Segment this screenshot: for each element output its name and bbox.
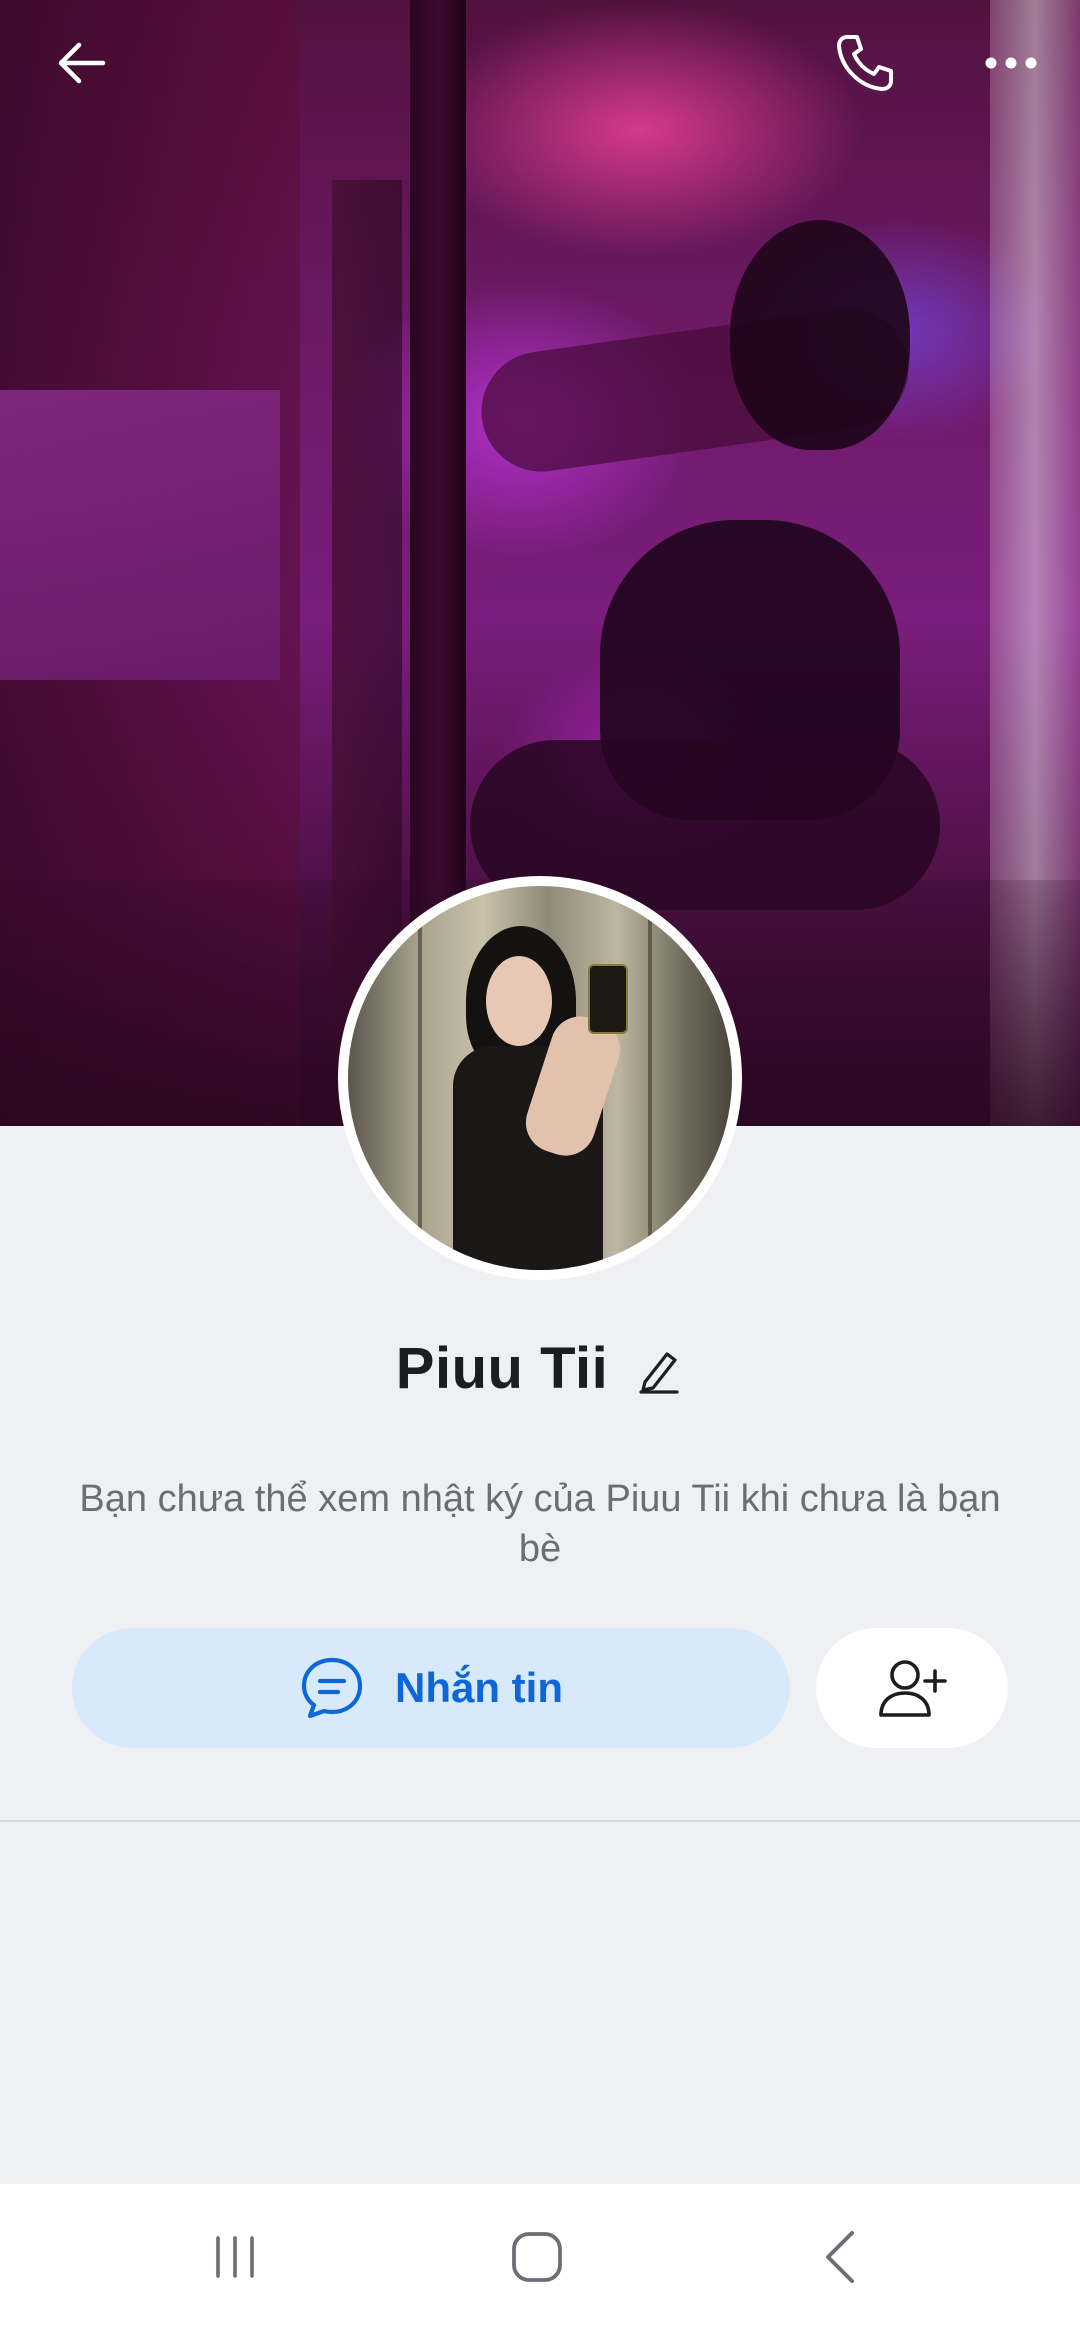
avatar-bg-line xyxy=(648,886,652,1270)
system-back-button[interactable] xyxy=(740,2184,940,2330)
profile-screen: Piuu Tii Bạn chưa thể xem nhật ký của Pi… xyxy=(0,0,1080,2330)
call-button[interactable] xyxy=(820,20,910,106)
add-friend-button[interactable] xyxy=(816,1628,1008,1748)
add-friend-icon xyxy=(879,1660,947,1717)
cover-wall-panel xyxy=(0,390,280,680)
edit-name-button[interactable] xyxy=(634,1345,684,1395)
chat-bubble-icon xyxy=(299,1655,365,1721)
name-row: Piuu Tii xyxy=(0,1326,1080,1410)
system-navigation-bar xyxy=(0,2184,1080,2330)
avatar-bg-line xyxy=(418,886,422,1270)
recent-apps-button[interactable] xyxy=(135,2184,335,2330)
more-dots-icon xyxy=(985,57,1037,69)
more-options-button[interactable] xyxy=(966,20,1056,106)
back-button[interactable] xyxy=(40,20,126,106)
message-button-label: Nhắn tin xyxy=(395,1664,563,1711)
pencil-icon xyxy=(639,1352,679,1394)
arrow-left-icon xyxy=(58,42,106,84)
home-icon xyxy=(512,2232,562,2282)
phone-icon xyxy=(837,35,893,91)
message-button[interactable]: Nhắn tin xyxy=(72,1628,790,1748)
recent-apps-icon xyxy=(216,2236,254,2278)
avatar-person-phone xyxy=(588,964,628,1034)
avatar-person-face xyxy=(486,956,552,1046)
section-divider xyxy=(0,1820,1080,1822)
profile-name: Piuu Tii xyxy=(395,1335,609,1401)
avatar-photo xyxy=(348,886,732,1270)
home-button[interactable] xyxy=(437,2184,637,2330)
nav-back-icon xyxy=(826,2231,854,2283)
profile-avatar[interactable] xyxy=(338,876,742,1280)
private-diary-notice: Bạn chưa thể xem nhật ký của Piuu Tii kh… xyxy=(79,1478,1001,1570)
cover-person-head xyxy=(730,220,910,450)
